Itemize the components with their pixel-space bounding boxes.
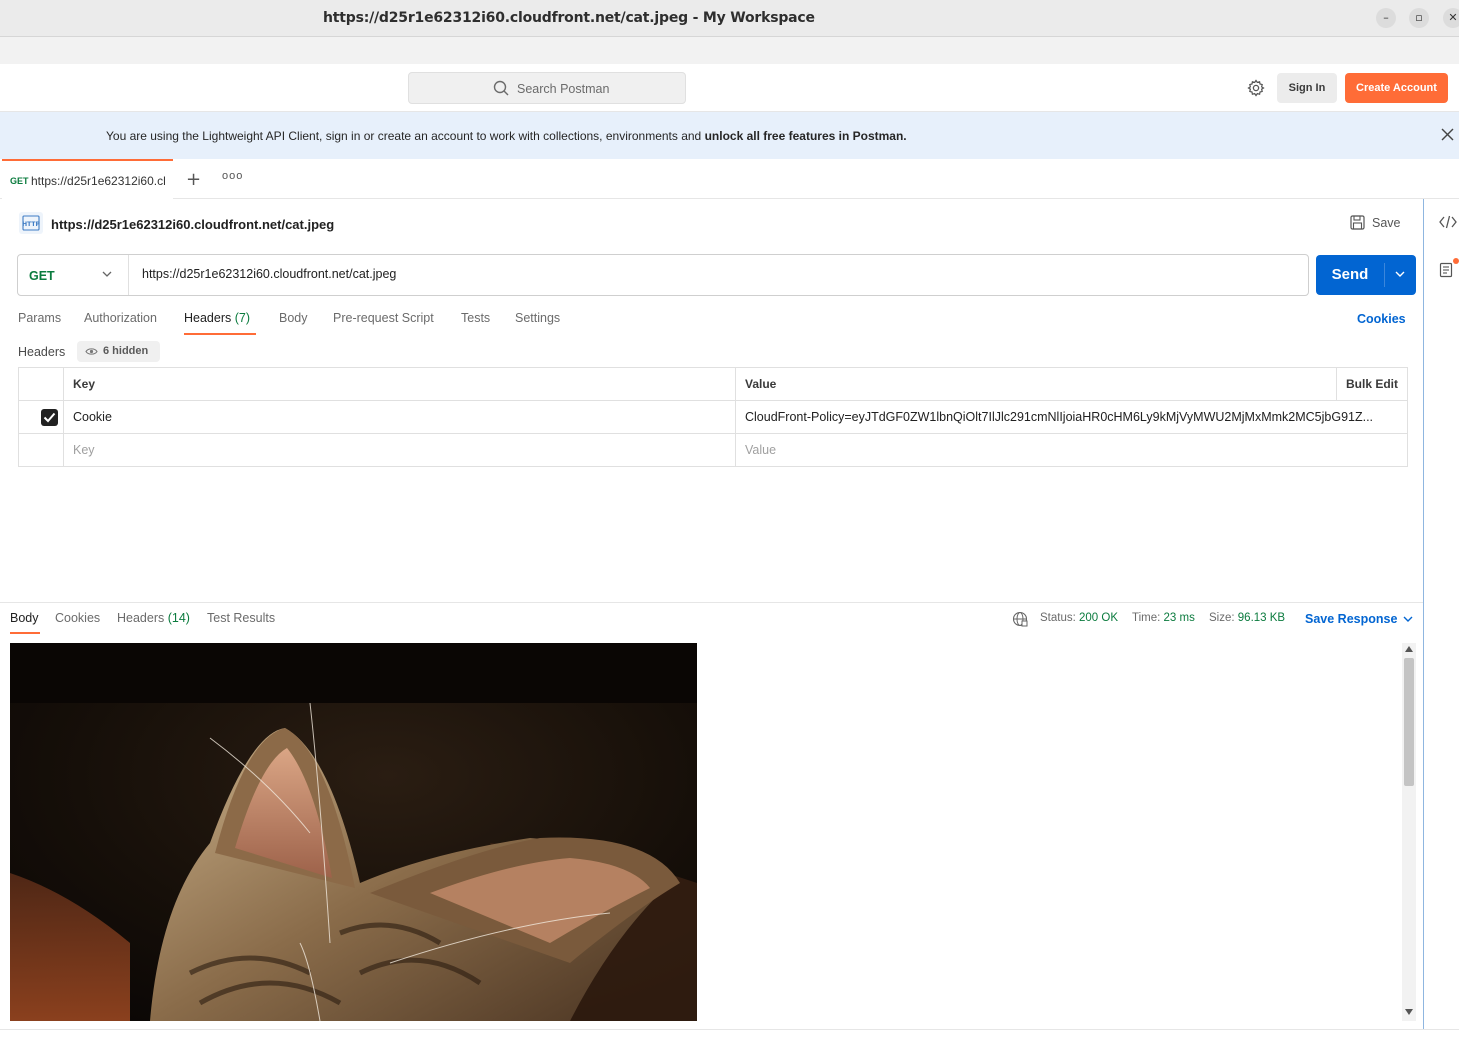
header-value-field[interactable]: CloudFront-Policy=eyJTdGF0ZW1lbnQiOlt7Il… [736, 401, 1407, 433]
response-image [10, 643, 697, 1021]
window-titlebar: https://d25r1e62312i60.cloudfront.net/ca… [0, 0, 1459, 37]
send-button[interactable]: Send [1316, 255, 1416, 295]
save-icon [1350, 215, 1365, 230]
window-title: https://d25r1e62312i60.cloudfront.net/ca… [323, 10, 815, 26]
tab-authorization[interactable]: Authorization [84, 311, 157, 325]
response-divider[interactable] [0, 602, 1423, 603]
save-button[interactable]: Save [1350, 215, 1401, 233]
close-icon[interactable] [1441, 128, 1454, 141]
maximize-icon[interactable]: ▫ [1409, 8, 1429, 28]
request-tab-bar: GET https://d25r1e62312i60.cloudfront.ne… [0, 159, 1459, 199]
scroll-down-arrow-icon[interactable] [1405, 1009, 1413, 1015]
http-icon: HTTP [19, 212, 43, 234]
url-bar: GET https://d25r1e62312i60.cloudfront.ne… [17, 254, 1309, 296]
tab-params[interactable]: Params [18, 311, 61, 325]
scroll-up-arrow-icon[interactable] [1405, 646, 1413, 652]
send-divider [1384, 263, 1385, 287]
response-tab-cookies[interactable]: Cookies [55, 611, 100, 625]
right-sidebar [1423, 199, 1459, 1029]
menu-strip [0, 37, 1459, 64]
request-tab[interactable]: GET https://d25r1e62312i60.cloudfront.ne… [2, 159, 173, 199]
cookies-link[interactable]: Cookies [1357, 312, 1406, 326]
chevron-down-icon [102, 271, 112, 277]
tab-method: GET [10, 176, 29, 186]
table-row: Cookie CloudFront-Policy=eyJTdGF0ZW1lbnQ… [19, 401, 1407, 434]
save-label: Save [1372, 216, 1401, 230]
tab-tests[interactable]: Tests [461, 311, 490, 325]
create-account-button[interactable]: Create Account [1345, 73, 1448, 103]
empty-checkbox-cell [19, 434, 64, 466]
documentation-icon[interactable] [1439, 262, 1455, 278]
response-headers-count: (14) [167, 611, 190, 625]
notification-dot [1453, 258, 1459, 264]
minimize-icon[interactable]: – [1376, 8, 1396, 28]
network-globe-icon[interactable] [1012, 611, 1028, 627]
hidden-headers-toggle[interactable]: 6 hidden [77, 341, 160, 362]
value-column-header: Value [745, 377, 777, 391]
app-header: Search Postman Sign In Create Account [0, 64, 1459, 112]
table-header-row: Key Value Bulk Edit [19, 368, 1407, 401]
more-tabs-icon[interactable]: ooo [222, 170, 243, 182]
header-key-field[interactable]: Cookie [64, 401, 736, 433]
size-readout: Size: 96.13 KB [1209, 612, 1286, 624]
new-tab-icon[interactable]: + [186, 169, 201, 190]
tab-settings[interactable]: Settings [515, 311, 560, 325]
response-tab-test-results[interactable]: Test Results [207, 611, 275, 625]
new-key-field[interactable]: Key [64, 434, 736, 466]
status-bar [0, 1029, 1459, 1041]
status-value: 200 OK [1079, 612, 1119, 624]
key-column-header: Key [64, 368, 736, 400]
headers-count: (7) [234, 311, 251, 325]
save-response-button[interactable]: Save Response [1305, 612, 1413, 626]
headers-label: Headers [18, 345, 66, 359]
checkbox-column-header [19, 368, 64, 400]
tab-headers[interactable]: Headers (7) [184, 311, 250, 325]
status-readout: Status: 200 OK [1040, 612, 1119, 624]
response-tab-body[interactable]: Body [10, 611, 39, 625]
chevron-down-icon [1403, 616, 1413, 622]
method-value: GET [29, 269, 55, 283]
scrollbar-thumb[interactable] [1404, 658, 1414, 786]
send-options-chevron-icon[interactable] [1395, 271, 1405, 278]
url-input[interactable]: https://d25r1e62312i60.cloudfront.net/ca… [142, 267, 396, 281]
search-placeholder: Search Postman [517, 82, 610, 96]
new-value-field[interactable]: Value [736, 434, 1407, 466]
header-enabled-checkbox[interactable] [41, 409, 58, 426]
info-banner: You are using the Lightweight API Client… [0, 112, 1459, 159]
time-value: 23 ms [1163, 612, 1195, 624]
check-icon [43, 412, 56, 423]
hidden-count: 6 hidden [103, 345, 149, 357]
bulk-edit-button[interactable]: Bulk Edit [1336, 368, 1407, 400]
headers-table: Key Value Bulk Edit Cookie CloudFront-Po… [18, 367, 1408, 467]
banner-message: You are using the Lightweight API Client… [106, 129, 907, 143]
svg-text:HTTP: HTTP [22, 221, 40, 228]
send-label: Send [1331, 266, 1369, 283]
tab-body[interactable]: Body [279, 311, 308, 325]
row-checkbox-cell [19, 401, 64, 433]
response-tab-headers[interactable]: Headers (14) [117, 611, 190, 625]
gear-icon[interactable] [1247, 79, 1265, 97]
eye-icon [85, 348, 98, 355]
time-readout: Time: 23 ms [1132, 612, 1195, 624]
tab-url: https://d25r1e62312i60.cloudfront.net/ca… [31, 174, 165, 188]
search-icon [493, 80, 509, 96]
search-input[interactable]: Search Postman [408, 72, 686, 104]
active-response-tab-indicator [10, 632, 40, 634]
code-icon[interactable] [1439, 215, 1457, 229]
method-select[interactable]: GET [18, 255, 129, 295]
active-tab-indicator [184, 333, 256, 335]
sign-in-button[interactable]: Sign In [1277, 73, 1337, 103]
size-value: 96.13 KB [1237, 612, 1286, 624]
tab-pre-request-script[interactable]: Pre-request Script [333, 311, 434, 325]
banner-bold-text: unlock all free features in Postman. [704, 129, 907, 143]
close-window-icon[interactable]: ✕ [1443, 8, 1459, 28]
request-title[interactable]: https://d25r1e62312i60.cloudfront.net/ca… [51, 217, 334, 232]
table-row-empty: Key Value [19, 434, 1407, 466]
